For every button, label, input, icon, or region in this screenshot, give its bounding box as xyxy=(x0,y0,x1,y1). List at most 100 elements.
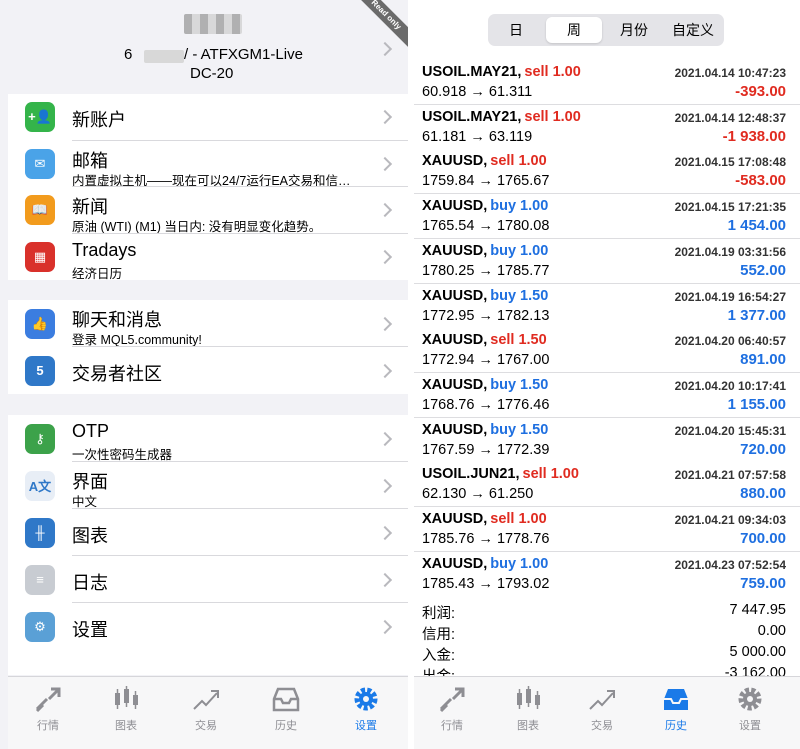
menu-item-title: 设置 xyxy=(72,619,108,640)
mql5-icon: 5 xyxy=(25,355,55,386)
tab-trade[interactable]: 交易 xyxy=(176,685,236,733)
deal-symbol: XAUUSD, buy 1.00 xyxy=(422,556,548,572)
deal-prices: 1759.84 → 1765.67 xyxy=(422,173,550,190)
deal-row[interactable]: XAUUSD, buy 1.50 1772.95 → 1782.13 2021.04.1… xyxy=(414,283,800,329)
deal-symbol: XAUUSD, sell 1.00 xyxy=(422,153,547,169)
tab-history-label: 历史 xyxy=(275,720,297,732)
deal-symbol-name: XAUUSD, xyxy=(422,421,488,438)
period-tab-week[interactable]: 周 xyxy=(546,17,602,43)
account-name-redacted xyxy=(184,14,242,34)
deal-volume: 1.50 xyxy=(520,421,549,438)
tab-settings[interactable]: 设置 xyxy=(336,685,396,733)
deal-volume: 1.00 xyxy=(550,466,579,483)
deal-row[interactable]: XAUUSD, buy 1.50 1767.59 → 1772.39 2021.04.2… xyxy=(414,417,800,463)
tab-history[interactable]: 历史 xyxy=(256,685,316,733)
deal-row[interactable]: XAUUSD, sell 1.00 1759.84 → 1765.67 2021.04.… xyxy=(414,149,800,195)
tab-quotes-right[interactable]: 行情 xyxy=(422,685,482,733)
deal-symbol: USOIL.JUN21, sell 1.00 xyxy=(422,466,579,482)
menu-item-4[interactable]: ▦ Tradays 经济日历 xyxy=(8,234,408,281)
deal-time: 2021.04.15 17:21:35 xyxy=(674,200,786,215)
deal-profit: 1 155.00 xyxy=(727,395,786,413)
deal-symbol: XAUUSD, buy 1.50 xyxy=(422,422,548,438)
deal-volume: 1.00 xyxy=(520,555,549,572)
quotes-icon xyxy=(35,687,61,713)
menu-item-1[interactable]: ⚷ OTP 一次性密码生成器 xyxy=(8,415,408,462)
candles-icon: ╫ xyxy=(25,517,55,548)
deal-time: 2021.04.20 06:40:57 xyxy=(674,334,786,349)
deal-row[interactable]: XAUUSD, sell 1.00 1785.76 → 1778.76 2021.04.… xyxy=(414,507,800,552)
calendar-icon: ▦ xyxy=(25,241,55,272)
deal-volume: 1.50 xyxy=(520,376,549,393)
settings-panel: 6 / - ATFXGM1-Live DC-20 Read only +👤 新账户… xyxy=(0,0,408,749)
menu-item-3[interactable]: 📖 新闻 原油 (WTI) (M1) 当日内: 没有明显变化趋势。 xyxy=(8,187,408,234)
deal-row[interactable]: USOIL.MAY21, sell 1.00 61.181 → 63.119 2021.… xyxy=(414,104,800,150)
period-selector: 日 周 月份 自定义 xyxy=(488,14,724,46)
deal-prices: 1768.76 → 1776.46 xyxy=(422,396,550,413)
summary-credit-label: 信用: xyxy=(422,627,456,643)
deal-prices: 1785.76 → 1778.76 xyxy=(422,531,550,547)
deal-profit: -583.00 xyxy=(735,172,786,190)
deal-symbol-name: XAUUSD, xyxy=(422,511,488,527)
deal-side: sell xyxy=(490,153,515,170)
tab-quotes[interactable]: 行情 xyxy=(18,685,78,733)
deal-time: 2021.04.20 15:45:31 xyxy=(674,423,786,438)
tab-history-right[interactable]: 历史 xyxy=(646,685,706,733)
read-only-ribbon: Read only xyxy=(352,0,408,49)
deal-profit: 1 454.00 xyxy=(727,217,786,235)
deal-prices: 1785.43 → 1793.02 xyxy=(422,575,550,592)
menu-item-4[interactable]: ≡ 日志 xyxy=(8,556,408,603)
chevron-right-icon xyxy=(377,572,393,587)
deal-volume: 1.00 xyxy=(520,198,549,215)
chevron-right-icon xyxy=(377,316,393,331)
deal-prices: 1780.25 → 1785.77 xyxy=(422,262,550,279)
menu-item-2[interactable]: 5 交易者社区 xyxy=(8,347,408,394)
deal-prices: 1772.95 → 1782.13 xyxy=(422,307,550,324)
summary-credit: 信用: 0.00 xyxy=(422,623,786,643)
thumbs-up-icon: 👍 xyxy=(25,308,55,339)
deal-profit: 1 377.00 xyxy=(727,306,786,324)
candles-icon xyxy=(115,686,138,709)
deal-row[interactable]: XAUUSD, buy 1.00 1765.54 → 1780.08 2021.04.1… xyxy=(414,194,800,240)
trade-icon xyxy=(589,690,615,710)
deal-prices: 1767.59 → 1772.39 xyxy=(422,441,550,458)
deal-prices: 60.918 → 61.311 xyxy=(422,84,533,100)
deal-symbol: XAUUSD, buy 1.00 xyxy=(422,243,548,259)
tab-charts[interactable]: 图表 xyxy=(96,685,156,733)
deal-side: sell xyxy=(522,466,547,483)
period-tab-month[interactable]: 月份 xyxy=(606,17,662,43)
deal-symbol: XAUUSD, buy 1.50 xyxy=(422,377,548,393)
tab-settings-right[interactable]: 设置 xyxy=(720,685,780,733)
deal-prices: 1765.54 → 1780.08 xyxy=(422,218,550,235)
deal-time: 2021.04.23 07:52:54 xyxy=(674,557,786,572)
deal-row[interactable]: USOIL.JUN21, sell 1.00 62.130 → 61.250 2021.… xyxy=(414,462,800,508)
deal-side: buy xyxy=(490,376,517,393)
period-tab-day[interactable]: 日 xyxy=(490,17,542,43)
menu-item-5[interactable]: ⚙ 设置 xyxy=(8,603,408,650)
tab-trade-right[interactable]: 交易 xyxy=(572,685,632,733)
candles-icon xyxy=(517,686,540,709)
deal-profit: 891.00 xyxy=(740,351,786,369)
menu-item-2[interactable]: ✉ 邮箱 内置虚拟主机——现在可以24/7运行EA交易和信… xyxy=(8,141,408,188)
deal-row[interactable]: USOIL.MAY21, sell 1.00 60.918 → 61.311 2021.… xyxy=(414,60,800,105)
deal-volume: 1.00 xyxy=(552,64,581,80)
deal-profit: 720.00 xyxy=(740,440,786,458)
period-tab-custom[interactable]: 自定义 xyxy=(664,17,722,43)
menu-item-2[interactable]: A文 界面 中文 xyxy=(8,462,408,509)
menu-item-1[interactable]: 👍 聊天和消息 登录 MQL5.community! xyxy=(8,300,408,347)
deal-row[interactable]: XAUUSD, buy 1.00 1780.25 → 1785.77 2021.04.1… xyxy=(414,238,800,284)
account-header[interactable]: 6 / - ATFXGM1-Live DC-20 Read only xyxy=(8,0,408,94)
deal-volume: 1.50 xyxy=(520,287,549,304)
deal-symbol-name: USOIL.JUN21, xyxy=(422,466,520,483)
account-server-name: / - ATFXGM1-Live xyxy=(184,46,303,63)
menu-item-subtitle: 经济日历 xyxy=(72,266,123,281)
deal-row[interactable]: XAUUSD, sell 1.50 1772.94 → 1767.00 2021.04.… xyxy=(414,328,800,374)
deal-symbol: USOIL.MAY21, sell 1.00 xyxy=(422,109,581,125)
deal-row[interactable]: XAUUSD, buy 1.00 1785.43 → 1793.02 2021.04.2… xyxy=(414,551,800,597)
deal-row[interactable]: XAUUSD, buy 1.50 1768.76 → 1776.46 2021.04.2… xyxy=(414,372,800,418)
tab-charts-right[interactable]: 图表 xyxy=(498,685,558,733)
deal-side: sell xyxy=(524,64,549,80)
menu-item-1[interactable]: +👤 新账户 xyxy=(8,94,408,141)
deal-side: buy xyxy=(490,242,517,259)
menu-item-3[interactable]: ╫ 图表 xyxy=(8,509,408,556)
journal-icon: ≡ xyxy=(25,564,55,595)
